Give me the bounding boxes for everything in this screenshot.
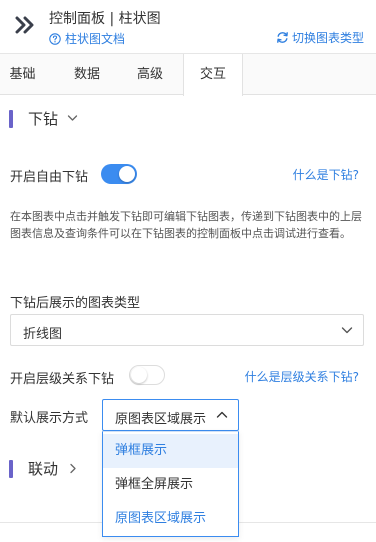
switch-chart-type-label: 切换图表类型: [291, 31, 364, 45]
free-drill-toggle[interactable]: [101, 164, 137, 184]
display-mode-select[interactable]: 原图表区域展示: [102, 399, 239, 431]
display-mode-option-popup[interactable]: 弹框展示: [103, 434, 238, 468]
hier-drill-toggle[interactable]: [129, 365, 165, 385]
chart-doc-link[interactable]: 柱状图文档: [49, 30, 125, 47]
section-linkage-title: 联动: [28, 460, 59, 478]
section-drilldown-title: 下钻: [28, 110, 59, 128]
free-drill-label: 开启自由下钻: [10, 170, 89, 185]
tab-interaction[interactable]: 交互: [183, 54, 243, 96]
chevron-down-icon: [67, 115, 78, 121]
hier-drill-label: 开启层级关系下钻: [10, 372, 115, 387]
section-marker: [9, 460, 13, 478]
drill-chart-type-value: 折线图: [23, 327, 63, 342]
display-mode-option-popup-fullscreen[interactable]: 弹框全屏展示: [103, 468, 238, 502]
drill-chart-type-label: 下钻后展示的图表类型: [10, 296, 141, 311]
collapse-panel-button[interactable]: [12, 12, 38, 38]
chevron-down-icon: [341, 327, 353, 334]
toggle-knob: [131, 367, 147, 383]
chevron-up-icon: [216, 411, 228, 418]
drilldown-description: 在本图表中点击并触发下钻即可编辑下钻图表，传递到下钻图表中的上层图表信息及查询条…: [10, 210, 362, 240]
tab-basic[interactable]: 基础: [0, 54, 45, 95]
switch-chart-type-link[interactable]: 切换图表类型: [276, 29, 364, 46]
toggle-knob: [119, 166, 135, 182]
chart-doc-link-label: 柱状图文档: [65, 32, 126, 46]
section-marker: [9, 110, 13, 128]
display-mode-dropdown: 弹框展示 弹框全屏展示 原图表区域展示: [102, 431, 239, 537]
control-panel: 控制面板 | 柱状图 柱状图文档 切换图表类型 基础 数据 高级 交互 下钻 开…: [0, 0, 376, 542]
drill-chart-type-select[interactable]: 折线图: [10, 314, 364, 346]
panel-title: 控制面板 | 柱状图: [49, 11, 161, 27]
chevron-right-icon: [70, 463, 76, 474]
help-circle-icon: [49, 32, 61, 45]
free-drill-help-link[interactable]: 什么是下钻?: [293, 166, 359, 183]
display-mode-label: 默认展示方式: [10, 411, 89, 426]
panel-tabs: 基础 数据 高级 交互: [0, 54, 376, 96]
display-mode-value: 原图表区域展示: [115, 412, 207, 427]
tab-advanced[interactable]: 高级: [127, 54, 173, 95]
hier-drill-help-link[interactable]: 什么是层级关系下钻?: [245, 368, 359, 385]
display-mode-option-original-area[interactable]: 原图表区域展示: [103, 502, 238, 536]
double-chevron-right-icon: [15, 16, 34, 34]
section-drilldown-header[interactable]: 下钻: [0, 107, 120, 131]
tab-data[interactable]: 数据: [64, 54, 110, 95]
refresh-icon: [277, 32, 288, 43]
panel-header: 控制面板 | 柱状图 柱状图文档 切换图表类型: [0, 0, 376, 54]
section-linkage-header[interactable]: 联动: [0, 457, 100, 481]
